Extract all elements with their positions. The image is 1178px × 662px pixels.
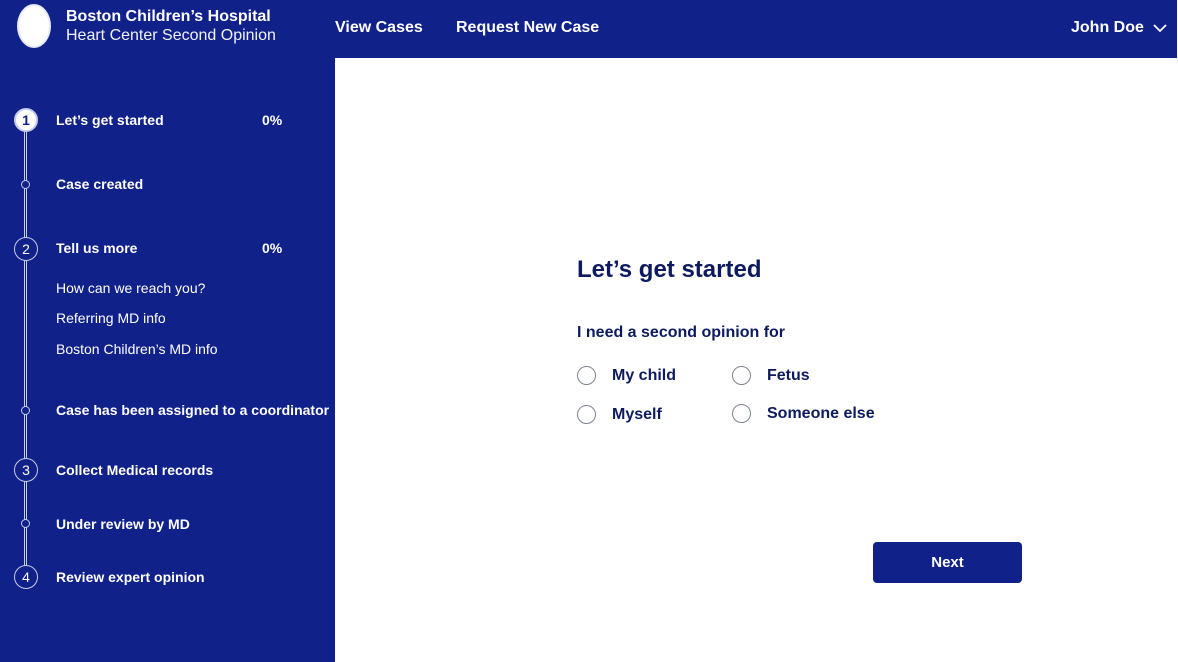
option-label: Fetus: [767, 366, 810, 384]
brand-subtitle: Heart Center Second Opinion: [66, 27, 276, 44]
step-1-percent: 0%: [262, 112, 283, 128]
milestone-dot: [21, 406, 30, 415]
radio-button[interactable]: [577, 366, 596, 385]
nav-request-new-case[interactable]: Request New Case: [456, 19, 599, 37]
milestone-dot: [21, 180, 30, 189]
substep-referring-md[interactable]: Referring MD info: [56, 310, 166, 326]
chevron-down-icon: [1153, 23, 1167, 32]
option-myself[interactable]: Myself: [577, 405, 662, 424]
option-someone-else[interactable]: Someone else: [732, 404, 875, 423]
progress-sidebar: 1 Let’s get started 0% Case created 2 Te…: [0, 58, 335, 662]
brand-title: Boston Children’s Hospital: [66, 8, 271, 25]
top-header: Boston Children’s Hospital Heart Center …: [0, 0, 1177, 58]
milestone-case-created[interactable]: Case created: [56, 176, 143, 192]
step-2-number: 2: [14, 237, 38, 261]
substep-bch-md[interactable]: Boston Children’s MD info: [56, 341, 218, 357]
step-4-number: 4: [14, 565, 38, 589]
nav-view-cases[interactable]: View Cases: [335, 19, 423, 37]
step-4-label[interactable]: Review expert opinion: [56, 569, 205, 585]
hospital-logo[interactable]: [17, 4, 51, 48]
step-2-percent: 0%: [262, 240, 283, 256]
option-label: Myself: [612, 405, 662, 423]
user-menu[interactable]: John Doe: [1071, 19, 1167, 37]
question-label: I need a second opinion for: [577, 324, 786, 341]
radio-button[interactable]: [732, 404, 751, 423]
progress-rail: [24, 128, 27, 576]
milestone-coordinator[interactable]: Case has been assigned to a coordinator: [56, 402, 329, 418]
option-label: Someone else: [767, 404, 875, 422]
option-label: My child: [612, 366, 677, 384]
step-3-number: 3: [14, 458, 38, 482]
radio-button[interactable]: [577, 405, 596, 424]
step-1-label[interactable]: Let’s get started: [56, 112, 164, 128]
milestone-dot: [21, 519, 30, 528]
step-3-label[interactable]: Collect Medical records: [56, 462, 213, 478]
option-my-child[interactable]: My child: [577, 366, 676, 385]
option-fetus[interactable]: Fetus: [732, 366, 810, 385]
milestone-under-review[interactable]: Under review by MD: [56, 516, 190, 532]
substep-reach-you[interactable]: How can we reach you?: [56, 280, 205, 296]
page-title: Let’s get started: [577, 256, 762, 283]
step-1-number: 1: [14, 108, 38, 132]
next-button[interactable]: Next: [873, 542, 1022, 583]
radio-button[interactable]: [732, 366, 751, 385]
user-name: John Doe: [1071, 19, 1144, 36]
step-2-label[interactable]: Tell us more: [56, 240, 137, 256]
